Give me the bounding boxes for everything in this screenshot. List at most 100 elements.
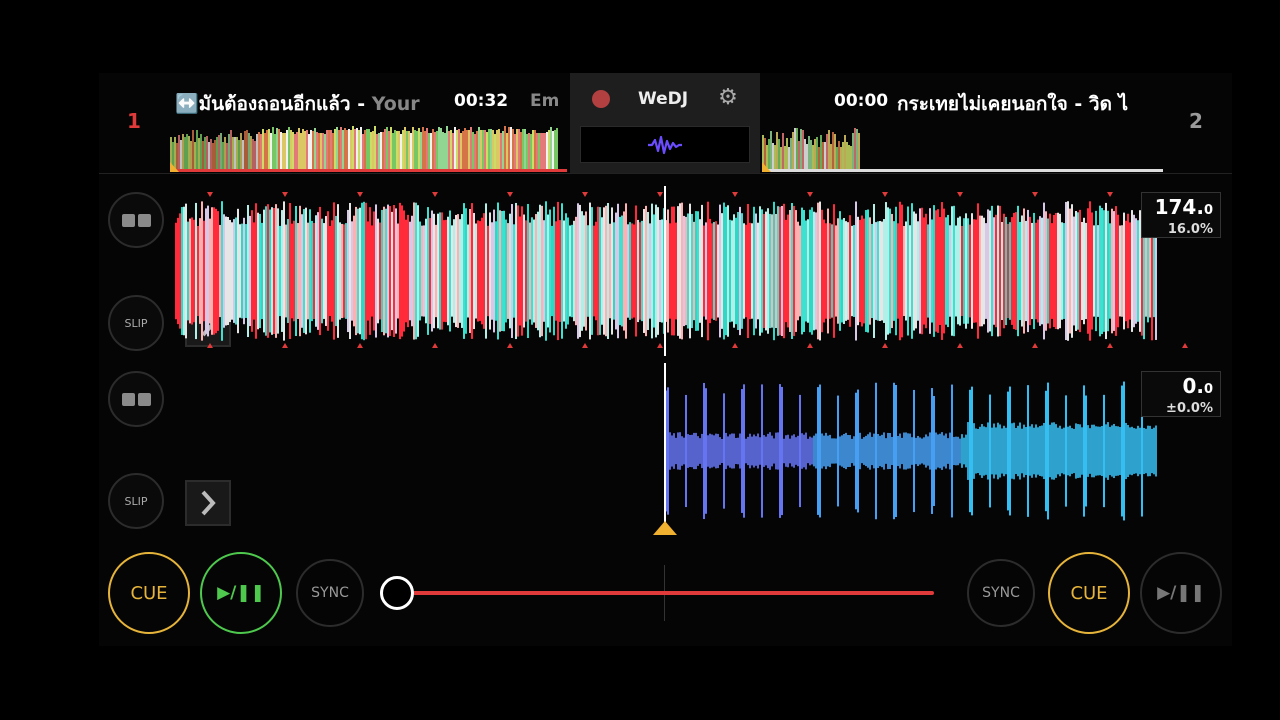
deck2-bpm-display[interactable]: 0.0 ±0.0% [1141,371,1221,417]
waveform-bar [987,209,989,333]
gear-icon[interactable]: ⚙ [716,86,740,110]
waveform-bar [187,221,189,321]
waveform-bar [937,434,939,468]
crossfader[interactable] [380,575,934,611]
overview-bar [222,141,224,172]
waveform-bar [625,203,627,339]
waveform-bar [863,218,865,324]
waveform-bar [417,205,419,337]
deck2-play-pause-button[interactable]: ▶/❚❚ [1140,552,1222,634]
waveform-bar [877,221,879,321]
deck2-waveform[interactable] [665,378,1157,524]
waveform-bar [825,432,827,470]
waveform-bar [847,434,849,468]
deck1-slip-button[interactable]: SLIP [108,295,164,351]
deck2-cue-button[interactable]: CUE [1048,552,1130,634]
overview-bar [320,133,322,172]
waveform-bar [757,433,759,469]
waveform-bar [343,224,345,318]
waveform-bar [1041,217,1043,325]
waveform-bar [983,217,985,325]
deck1-bpm-int: 174. [1154,195,1204,219]
waveform-bar [435,224,437,318]
deck1-pad-mode-button[interactable] [108,192,164,248]
overview-bar [298,127,300,172]
waveform-bar [237,208,239,334]
waveform-bar [1029,426,1031,476]
waveform-bar [947,214,949,328]
overview-bar [554,130,556,172]
waveform-bar [523,214,525,328]
waveform-bar [745,224,747,318]
waveform-bar [1151,428,1153,474]
overview-bar [422,126,424,172]
deck2-cue-marker [653,521,677,535]
crossfader-knob[interactable] [380,576,414,610]
waveform-bar [463,203,465,339]
overview-bar [376,133,378,172]
waveform-bar [815,212,817,330]
deck2-expand-button[interactable] [185,480,231,526]
waveform-bar [1033,427,1035,475]
waveform-bar [175,222,177,320]
overview-bar [448,131,450,172]
overview-bar [488,129,490,172]
deck2-slip-button[interactable]: SLIP [108,473,164,529]
deck2-pad-mode-button[interactable] [108,371,164,427]
overview-bar [330,129,332,172]
waveform-bar [313,223,315,319]
deck1-track-title[interactable]: ↔️มันต้องถอนอีกแล้ว - Your [175,89,433,119]
waveform-bar [965,213,967,329]
overview-bar [226,143,228,172]
waveform-bar [619,216,621,326]
waveform-bar [1123,212,1125,330]
waveform-bar [745,438,747,464]
deck1-waveform[interactable] [175,201,1157,341]
waveform-bar [491,222,493,320]
waveform-bar [611,207,613,335]
waveform-bar [1065,395,1067,507]
waveform-bar [901,204,903,338]
overview-bar [534,129,536,172]
waveform-bar [413,202,415,340]
waveform-bar [1101,425,1103,477]
waveform-bar [1007,223,1009,319]
waveform-bar [1137,220,1139,322]
waveform-bar [595,221,597,321]
waveform-bar [545,201,547,341]
deck1-sync-button[interactable]: SYNC [296,559,364,627]
waveform-bar [597,206,599,336]
deck1-cue-button[interactable]: CUE [108,552,190,634]
waveform-bar [217,211,219,331]
waveform-bar [333,202,335,340]
waveform-bar [273,207,275,335]
overview-bar [802,129,804,172]
deck1-play-pause-button[interactable]: ▶/❚❚ [200,552,282,634]
waveform-bar [641,220,643,322]
waveform-bar [803,210,805,332]
deck2-track-title[interactable]: กระเทยไม่เคยนอกใจ - วิด ไ [897,89,1155,119]
waveform-view-button[interactable] [580,126,750,163]
deck1-overview-waveform[interactable] [170,125,567,172]
waveform-bar [247,204,249,338]
waveform-bar [825,223,827,319]
waveform-bar [1095,210,1097,332]
waveform-bar [1089,428,1091,474]
waveform-bar [1023,208,1025,334]
waveform-bar [775,214,777,328]
record-icon[interactable] [592,90,610,108]
waveform-bar [851,438,853,464]
waveform-bar [349,202,351,340]
waveform-bar [497,202,499,340]
waveform-bar [959,438,961,464]
waveform-bar [935,210,937,332]
waveform-bar [631,223,633,319]
deck2-sync-button[interactable]: SYNC [967,559,1035,627]
waveform-bar [567,217,569,325]
waveform-bar [489,212,491,330]
waveform-bar [649,223,651,319]
waveform-bar [1135,428,1137,474]
deck1-bpm-display[interactable]: 174.0 16.0% [1141,192,1221,238]
waveform-bar [969,224,971,318]
deck2-overview-waveform[interactable] [762,125,1163,172]
